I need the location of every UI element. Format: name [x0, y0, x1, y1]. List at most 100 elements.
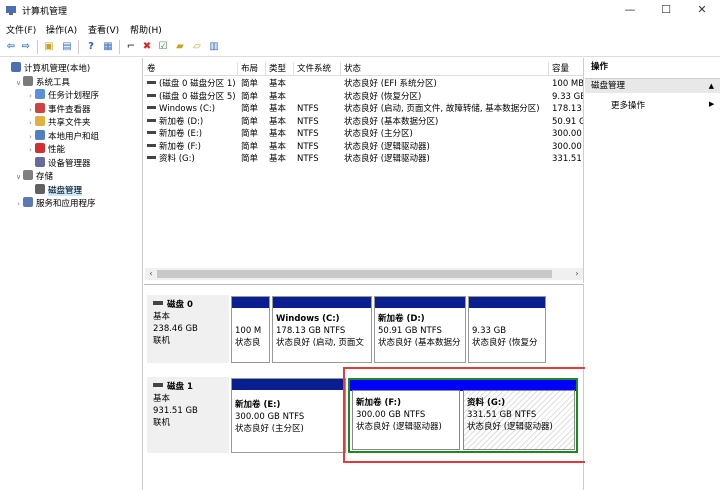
- menu-file[interactable]: 文件(F): [6, 23, 36, 36]
- table-cell: 状态良好 (恢复分区): [344, 91, 422, 102]
- tree-item[interactable]: 设备管理器: [26, 156, 91, 170]
- expand-chevron-icon[interactable]: ›: [26, 90, 35, 103]
- scroll-thumb[interactable]: [157, 270, 552, 278]
- table-cell: 简单: [241, 116, 259, 127]
- tree-item[interactable]: › 本地用户和组: [26, 129, 99, 144]
- table-cell: [294, 91, 341, 103]
- table-cell: 基本: [269, 79, 287, 89]
- menu-action[interactable]: 操作(A): [46, 23, 77, 36]
- tree-item-label: 事件查看器: [48, 104, 91, 115]
- disk-1-type: 基本: [153, 394, 171, 404]
- expand-chevron-icon[interactable]: ›: [26, 144, 35, 157]
- close-button[interactable]: ✕: [684, 0, 720, 20]
- computer-management-icon: [5, 4, 17, 16]
- actions-header: 操作: [591, 62, 609, 72]
- table-cell: 简单: [241, 79, 259, 89]
- tree-item[interactable]: ∨ 存储: [14, 170, 53, 183]
- partition-name: 新加卷 (D:): [378, 314, 425, 324]
- back-arrow-icon[interactable]: ⇦: [4, 40, 18, 54]
- check-icon[interactable]: ☑: [156, 40, 170, 54]
- show-hide-tree-icon[interactable]: ▤: [60, 40, 74, 54]
- volume-icon: [147, 118, 156, 122]
- table-cell: 简单: [241, 104, 259, 114]
- volume-icon: [147, 156, 156, 159]
- column-header[interactable]: 状态: [341, 62, 549, 76]
- table-cell: [294, 78, 341, 90]
- table-cell: 状态良好 (启动, 页面文件, 故障转储, 基本数据分区): [344, 104, 540, 114]
- expand-chevron-icon[interactable]: ›: [26, 131, 35, 144]
- table-cell: 状态良好 (基本数据分区): [344, 116, 439, 127]
- table-cell: 状态良好 (EFI 系统分区): [344, 79, 437, 89]
- table-cell: 300.00: [552, 129, 582, 139]
- horizontal-scrollbar[interactable]: ‹ ›: [145, 268, 583, 280]
- maximize-button[interactable]: ☐: [648, 0, 684, 20]
- partition-size: 300.00 GB NTFS: [235, 412, 305, 422]
- expand-chevron-icon[interactable]: ∨: [14, 171, 23, 184]
- toolbar-separator: [78, 40, 79, 54]
- partition-recovery[interactable]: 9.33 GB 状态良好 (恢复分: [468, 296, 546, 363]
- delete-icon[interactable]: ✖: [140, 40, 154, 54]
- expand-chevron-icon[interactable]: ∨: [14, 77, 23, 90]
- tree-item[interactable]: › 共享文件夹: [26, 116, 91, 129]
- tree-item[interactable]: › 服务和应用程序: [14, 197, 96, 210]
- partition-name: 新加卷 (E:): [235, 400, 281, 410]
- volume-list-header: 卷布局 类型 文件系统 状态 容量: [144, 62, 583, 76]
- table-cell: NTFS: [297, 141, 319, 152]
- disk-0-label[interactable]: 磁盘 0 基本 238.46 GB 联机: [147, 295, 229, 363]
- expand-chevron-icon[interactable]: ›: [26, 104, 35, 117]
- menu-help[interactable]: 帮助(H): [130, 23, 162, 36]
- table-cell: 基本: [269, 129, 287, 139]
- menu-view[interactable]: 查看(V): [88, 23, 119, 36]
- column-header[interactable]: 容量: [549, 62, 583, 76]
- tree-item[interactable]: 计算机管理(本地): [2, 62, 90, 75]
- scroll-right-icon[interactable]: ›: [571, 268, 583, 280]
- expand-chevron-icon[interactable]: ›: [26, 117, 35, 130]
- disk-1-label[interactable]: 磁盘 1 基本 931.51 GB 联机: [147, 377, 229, 453]
- collapse-up-icon: ▲: [708, 82, 714, 90]
- partition-size: 178.13 GB NTFS: [276, 326, 346, 336]
- column-header[interactable]: 布局: [238, 62, 266, 76]
- table-cell: 简单: [241, 141, 259, 152]
- tree-item[interactable]: ∨ 系统工具: [14, 75, 70, 90]
- view-icon[interactable]: ▥: [207, 40, 221, 54]
- table-row[interactable]: (磁盘 0 磁盘分区 5) 简单 基本 状态良好 (恢复分区) 9.33 GB: [144, 91, 583, 103]
- table-row[interactable]: 新加卷 (F:) 简单 基本 NTFS 状态良好 (逻辑驱动器) 300.00: [144, 141, 583, 153]
- column-header[interactable]: 文件系统: [294, 62, 341, 76]
- table-cell: 简单: [241, 129, 259, 139]
- partition-efi[interactable]: 100 M 状态良: [231, 296, 270, 363]
- help-icon[interactable]: ?: [84, 40, 98, 54]
- table-row[interactable]: 新加卷 (E:) 简单 基本 NTFS 状态良好 (主分区) 300.00: [144, 128, 583, 140]
- search-folder-icon[interactable]: ▱: [190, 40, 204, 54]
- table-cell: 基本: [269, 104, 287, 114]
- tree-item[interactable]: 磁盘管理: [26, 183, 83, 197]
- partition-e[interactable]: 新加卷 (E:) 300.00 GB NTFS 状态良好 (主分区): [231, 378, 346, 453]
- table-row[interactable]: (磁盘 0 磁盘分区 1) 简单 基本 状态良好 (EFI 系统分区) 100 MB: [144, 78, 584, 90]
- column-header[interactable]: 卷: [144, 62, 238, 76]
- column-header[interactable]: 类型: [266, 62, 294, 76]
- folder-icon[interactable]: ▰: [173, 40, 187, 54]
- tree-item[interactable]: › 任务计划程序: [26, 89, 99, 102]
- actions-section-disk-management[interactable]: 磁盘管理 ▲: [585, 78, 720, 93]
- folder-up-icon[interactable]: ▣: [42, 40, 56, 54]
- expand-chevron-icon[interactable]: ›: [14, 198, 23, 211]
- tree-item[interactable]: › 事件查看器: [26, 102, 91, 117]
- scroll-left-icon[interactable]: ‹: [145, 268, 157, 280]
- minimize-button[interactable]: —: [612, 0, 648, 20]
- properties-icon[interactable]: ▦: [101, 40, 115, 54]
- connect-icon[interactable]: ⌐: [124, 40, 138, 54]
- table-cell: (磁盘 0 磁盘分区 5): [144, 91, 238, 103]
- table-row[interactable]: 新加卷 (D:) 简单 基本 NTFS 状态良好 (基本数据分区) 50.91 G: [144, 116, 583, 128]
- partition-c[interactable]: Windows (C:) 178.13 GB NTFS 状态良好 (启动, 页面…: [272, 296, 372, 363]
- table-row[interactable]: Windows (C:) 简单 基本 NTFS 状态良好 (启动, 页面文件, 故障转储…: [144, 103, 583, 115]
- partition-bar: [232, 379, 345, 390]
- volume-name: 资料 (G:): [159, 154, 195, 164]
- table-cell: 100 MB: [552, 79, 584, 89]
- table-row[interactable]: 资料 (G:) 简单 基本 NTFS 状态良好 (逻辑驱动器) 331.51: [144, 153, 583, 165]
- tree-item[interactable]: › 性能: [26, 143, 65, 156]
- partition-d[interactable]: 新加卷 (D:) 50.91 GB NTFS 状态良好 (基本数据分: [374, 296, 466, 363]
- actions-section-label: 磁盘管理: [591, 81, 626, 91]
- event-viewer-icon: [35, 102, 45, 113]
- forward-arrow-icon[interactable]: ⇨: [19, 40, 33, 54]
- table-cell: 简单: [241, 91, 259, 102]
- more-actions-item[interactable]: 更多操作: [611, 99, 645, 111]
